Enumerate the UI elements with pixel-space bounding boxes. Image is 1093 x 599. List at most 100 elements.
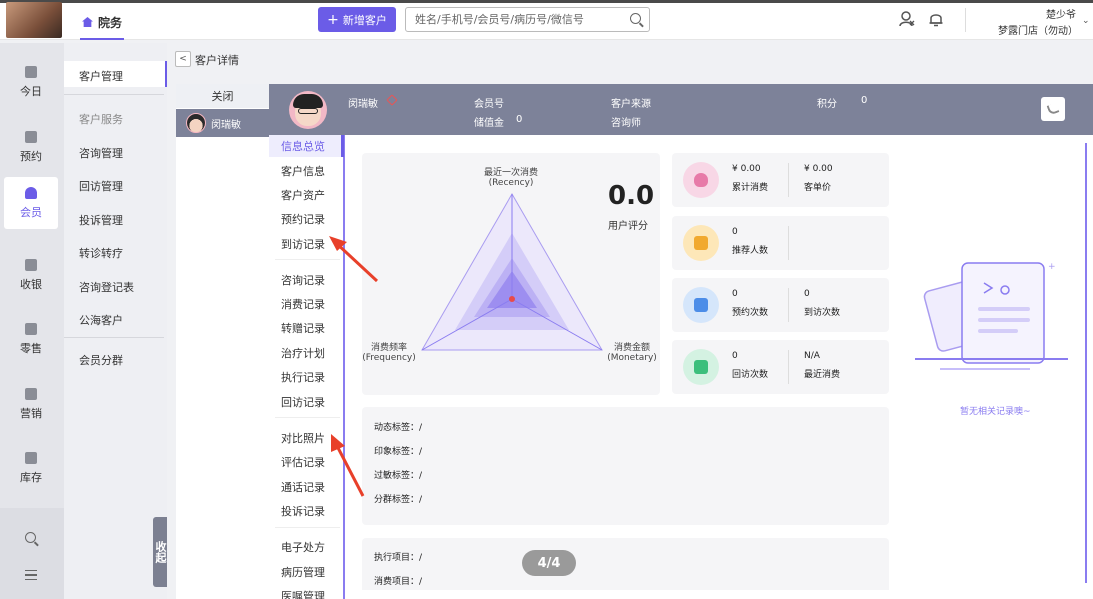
bell-icon[interactable] [928, 11, 944, 27]
stat-card-followups: 0 回访次数 N/A 最近消费 [672, 340, 889, 394]
sub-nav-item[interactable]: 投诉管理 [79, 212, 123, 228]
nav-item-cashier[interactable]: 收银 [4, 249, 58, 301]
divider [64, 337, 164, 338]
tags-card [362, 407, 889, 525]
add-customer-button[interactable]: + 新增客户 [318, 7, 396, 32]
items-card [362, 538, 889, 590]
bag-icon [25, 322, 37, 335]
phone-button[interactable] [1041, 97, 1065, 121]
record-item[interactable]: 医嘱管理 [281, 588, 325, 599]
nav-item-today[interactable]: 今日 [4, 56, 58, 108]
stored-value: 0 [516, 114, 523, 125]
user-icon[interactable] [899, 11, 915, 27]
points-label: 积分 [817, 99, 837, 110]
nav-item-member[interactable]: 会员 [4, 177, 58, 229]
record-item[interactable]: 治疗计划 [281, 345, 325, 361]
empty-state-illustration: + [915, 262, 1068, 370]
bookmark-icon [25, 387, 37, 400]
nav-module[interactable]: 院务 [80, 6, 125, 40]
tag-row-dynamic: 动态标签：/ [374, 423, 423, 433]
message-user-icon [683, 349, 719, 385]
stat-card-appointments: 0 预约次数 0 到访次数 [672, 278, 889, 332]
sub-nav-item[interactable]: 会员分群 [79, 352, 123, 368]
record-item[interactable]: 咨询记录 [281, 272, 325, 288]
points-value: 0 [861, 95, 868, 106]
customer-avatar [289, 91, 327, 129]
avatar[interactable] [6, 2, 62, 38]
record-item-visit[interactable]: 到访记录 [281, 236, 325, 252]
sub-nav-item[interactable]: 公海客户 [79, 312, 123, 328]
sub-nav-active-label[interactable]: 客户管理 [79, 68, 123, 84]
nav-item-appointment[interactable]: 预约 [4, 121, 58, 173]
page-indicator: 4/4 [522, 550, 576, 576]
record-item-overview[interactable]: 信息总览 [281, 138, 325, 154]
yuan-icon [25, 258, 37, 271]
search-icon[interactable] [630, 13, 641, 24]
scroll-edge [1085, 143, 1087, 583]
record-item[interactable]: 预约记录 [281, 211, 325, 227]
home-icon [82, 17, 93, 27]
sub-nav-item[interactable]: 回访管理 [79, 178, 123, 194]
back-button[interactable]: < [175, 51, 191, 67]
page-title: 客户详情 [195, 54, 239, 67]
search-icon[interactable] [25, 532, 36, 543]
record-item-photos[interactable]: 对比照片 [281, 430, 325, 446]
stored-value-label: 储值金 [474, 118, 504, 129]
consultant-label: 咨询师 [611, 118, 641, 129]
search-input[interactable] [405, 7, 650, 32]
record-item[interactable]: 客户资产 [281, 187, 325, 203]
annotation-arrow [331, 434, 365, 497]
sub-nav-group-title: 客户服务 [79, 113, 123, 126]
user-score: 0.0 [608, 181, 655, 211]
member-no-label: 会员号 [474, 99, 504, 110]
sub-nav-item[interactable]: 咨询管理 [79, 145, 123, 161]
chevron-down-icon[interactable]: ⌄ [1082, 16, 1090, 26]
sub-nav-item[interactable]: 转诊转疗 [79, 245, 123, 261]
record-item[interactable]: 通话记录 [281, 479, 325, 495]
stat-card-referrals: 0 推荐人数 [672, 216, 889, 270]
plus-icon: + [327, 11, 339, 28]
radar-label-monetary: 消费金额 (Monetary) [607, 343, 657, 363]
record-item[interactable]: 电子处方 [281, 539, 325, 555]
tag-row-allergy: 过敏标签：/ [374, 471, 423, 481]
user-name[interactable]: 楚少爷 [1046, 6, 1076, 21]
collapse-button[interactable]: 收起 [153, 517, 167, 587]
record-item[interactable]: 客户信息 [281, 163, 325, 179]
phone-icon [1046, 102, 1060, 116]
stat-card-consumption: ¥ 0.00 累计消费 ¥ 0.00 客单价 [672, 153, 889, 207]
store-name[interactable]: 梦露门店（勿动） [998, 22, 1078, 37]
radar-label-recency: 最近一次消费 (Recency) [483, 168, 538, 188]
record-item[interactable]: 病历管理 [281, 564, 325, 580]
chart-icon [25, 65, 37, 78]
record-item[interactable]: 回访记录 [281, 394, 325, 410]
record-item[interactable]: 投诉记录 [281, 503, 325, 519]
customer-header [269, 84, 1093, 135]
nav-item-marketing[interactable]: 营销 [4, 378, 58, 430]
nav-item-retail[interactable]: 零售 [4, 313, 58, 365]
divider [64, 94, 164, 95]
side-nav-footer [0, 508, 64, 599]
record-item[interactable]: 执行记录 [281, 369, 325, 385]
tag-row-group: 分群标签：/ [374, 495, 423, 505]
item-row-consumed: 消费项目：/ [374, 577, 423, 587]
nav-item-inventory[interactable]: 库存 [4, 442, 58, 494]
user-score-label: 用户评分 [608, 221, 648, 232]
customer-tab[interactable]: 闵瑞敏 [176, 109, 269, 137]
module-label: 院务 [98, 15, 123, 30]
calendar-check-icon [683, 287, 719, 323]
menu-icon[interactable] [25, 570, 37, 580]
radar-label-frequency: 消费频率 (Frequency) [362, 343, 416, 363]
sub-nav-item[interactable]: 咨询登记表 [79, 279, 134, 295]
record-item[interactable]: 消费记录 [281, 296, 325, 312]
svg-text:+: + [1048, 262, 1056, 272]
avatar [186, 113, 206, 133]
record-item[interactable]: 转赠记录 [281, 320, 325, 336]
calendar-icon [25, 130, 37, 143]
close-tab-button[interactable]: 关闭 [176, 84, 269, 108]
divider [275, 417, 340, 418]
record-item[interactable]: 评估记录 [281, 454, 325, 470]
customer-name: 闵瑞敏 [348, 99, 378, 110]
item-row-executed: 执行项目：/ [374, 553, 423, 563]
annotation-arrow [329, 236, 379, 283]
thumbs-up-icon [683, 225, 719, 261]
